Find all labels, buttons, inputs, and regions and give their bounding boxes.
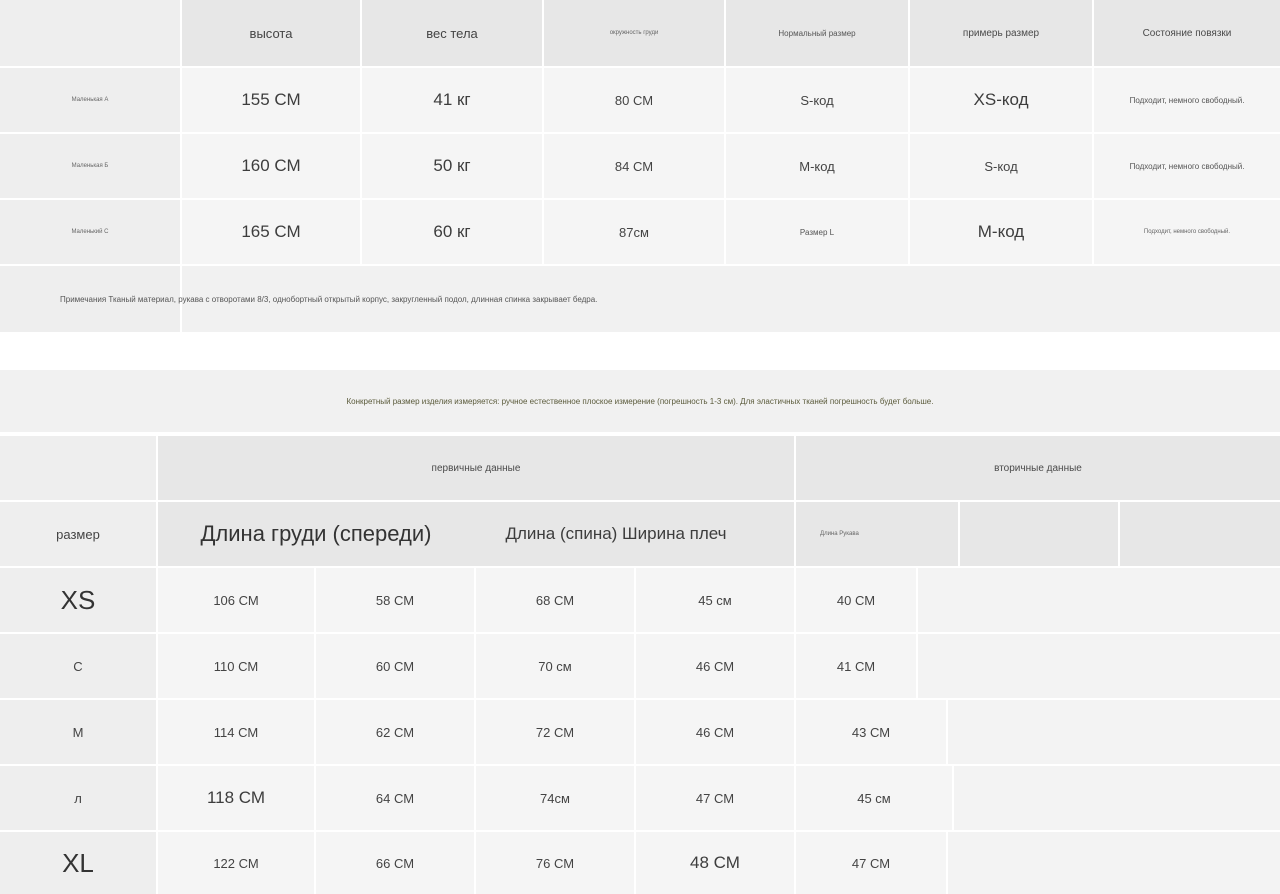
empty-cell xyxy=(948,700,1280,764)
model-label: Маленький С xyxy=(0,200,180,264)
value-col-4: 46 СМ xyxy=(636,700,794,764)
chest-front-value: 114 СМ xyxy=(158,700,314,764)
header-fit: Состояние повязки xyxy=(1094,0,1280,66)
weight-value: 50 кг xyxy=(362,134,542,198)
chest-front-value: 118 СМ xyxy=(158,766,314,830)
header-height: высота xyxy=(182,0,360,66)
empty-header-cell xyxy=(1120,502,1280,566)
fit-value: Подходит, немного свободный. xyxy=(1094,200,1280,264)
value-col-3: 76 СМ xyxy=(476,832,634,894)
normal-size-value: S-код xyxy=(726,68,908,132)
header-normal-size: Нормальный размер xyxy=(726,0,908,66)
group-corner-cell xyxy=(0,436,156,500)
weight-value: 60 кг xyxy=(362,200,542,264)
size-column-header: размер xyxy=(0,502,156,566)
chest-value: 80 СМ xyxy=(544,68,724,132)
group-primary-header: первичные данные xyxy=(158,436,794,500)
model-label: Маленькая А xyxy=(0,68,180,132)
group-secondary-header: вторичные данные xyxy=(796,436,1280,500)
height-value: 165 СМ xyxy=(182,200,360,264)
chest-front-value: 106 СМ xyxy=(158,568,314,632)
normal-size-value: Размер L xyxy=(726,200,908,264)
tried-size-value: XS-код xyxy=(910,68,1092,132)
value-col-4: 47 СМ xyxy=(636,766,794,830)
header-weight: вес тела xyxy=(362,0,542,66)
size-label: С xyxy=(0,634,156,698)
value-col-4: 46 СМ xyxy=(636,634,794,698)
size-label: XS xyxy=(0,568,156,632)
normal-size-value: М-код xyxy=(726,134,908,198)
sleeve-length-header: Длина Рукава xyxy=(796,502,958,566)
model-label: Маленькая Б xyxy=(0,134,180,198)
chest-front-header: Длина груди (спереди) xyxy=(200,521,432,546)
value-col-3: 72 СМ xyxy=(476,700,634,764)
value-col-5: 43 СМ xyxy=(796,700,946,764)
value-col-5: 47 СМ xyxy=(796,832,946,894)
header-tried-size: примерь размер xyxy=(910,0,1092,66)
fit-value: Подходит, немного свободный. xyxy=(1094,134,1280,198)
value-col-4: 45 см xyxy=(636,568,794,632)
fit-value: Подходит, немного свободный. xyxy=(1094,68,1280,132)
empty-cell xyxy=(954,766,1280,830)
empty-header-cell xyxy=(960,502,1118,566)
value-col-2: 60 СМ xyxy=(316,634,474,698)
value-col-3: 74см xyxy=(476,766,634,830)
value-col-2: 58 СМ xyxy=(316,568,474,632)
value-col-5: 40 СМ xyxy=(796,568,916,632)
size-label: л xyxy=(0,766,156,830)
product-note: Примечания Тканый материал, рукава с отв… xyxy=(60,294,598,304)
size-label: М xyxy=(0,700,156,764)
empty-cell xyxy=(918,568,1280,632)
value-col-2: 66 СМ xyxy=(316,832,474,894)
value-col-3: 68 СМ xyxy=(476,568,634,632)
value-col-5: 45 см xyxy=(796,766,952,830)
empty-cell xyxy=(948,832,1280,894)
tried-size-value: М-код xyxy=(910,200,1092,264)
length-back-shoulder-header: Длина (спина) Ширина плеч xyxy=(505,524,727,543)
height-value: 155 СМ xyxy=(182,68,360,132)
tried-size-value: S-код xyxy=(910,134,1092,198)
height-value: 160 СМ xyxy=(182,134,360,198)
value-col-2: 62 СМ xyxy=(316,700,474,764)
empty-cell xyxy=(918,634,1280,698)
measurement-note: Конкретный размер изделия измеряется: ру… xyxy=(0,370,1280,432)
value-col-2: 64 СМ xyxy=(316,766,474,830)
value-col-5: 41 СМ xyxy=(796,634,916,698)
weight-value: 41 кг xyxy=(362,68,542,132)
size-label: XL xyxy=(0,832,156,894)
chest-front-value: 110 СМ xyxy=(158,634,314,698)
chest-front-value: 122 СМ xyxy=(158,832,314,894)
value-col-3: 70 см xyxy=(476,634,634,698)
top-corner-cell xyxy=(0,0,180,66)
chest-value: 84 СМ xyxy=(544,134,724,198)
chest-value: 87см xyxy=(544,200,724,264)
header-chest: окружность груди xyxy=(544,0,724,66)
value-col-4: 48 СМ xyxy=(636,832,794,894)
